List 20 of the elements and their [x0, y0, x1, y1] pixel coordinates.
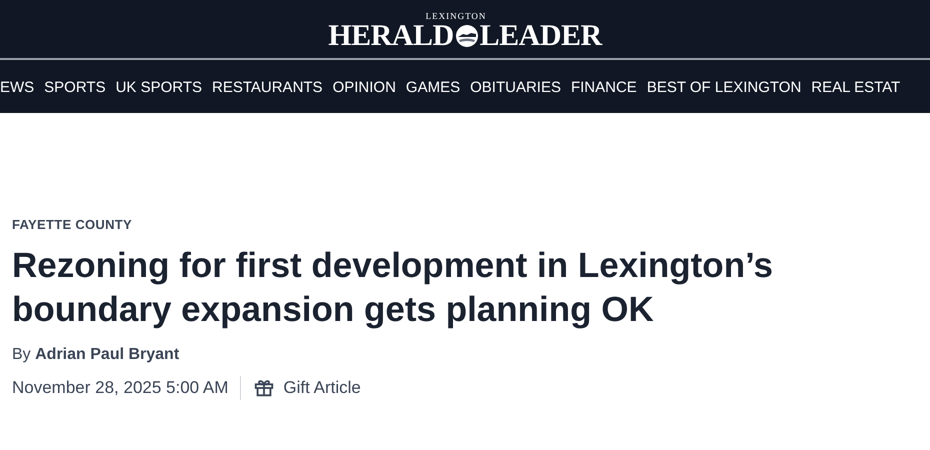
nav-link[interactable]: REAL ESTAT: [806, 78, 906, 96]
nav-link[interactable]: SPORTS: [39, 78, 111, 96]
section-label[interactable]: FAYETTE COUNTY: [12, 217, 918, 232]
logo-text: LEADER: [480, 20, 602, 50]
logo-text: HERALD: [328, 20, 454, 50]
logo-text: LEXINGTON: [426, 12, 486, 20]
nav-link[interactable]: EWS: [0, 78, 40, 96]
nav-link[interactable]: UK SPORTS: [110, 78, 207, 96]
nav-link[interactable]: GAMES: [400, 78, 466, 96]
nav-link[interactable]: FINANCE: [566, 78, 642, 96]
gift-article-button[interactable]: Gift Article: [253, 377, 361, 399]
headline: Rezoning for first development in Lexington’s boundary expansion gets planning OK: [12, 245, 774, 331]
nav-link[interactable]: BEST OF LEXINGTON: [642, 78, 806, 96]
publish-date: November 28, 2025 5:00 AM: [12, 378, 228, 398]
nav-link[interactable]: OBITUARIES: [465, 78, 566, 96]
nav-link[interactable]: RESTAURANTS: [207, 78, 328, 96]
gift-icon: [253, 377, 276, 399]
nav-link[interactable]: OPINION: [328, 78, 401, 96]
logo-emblem-icon: [454, 24, 479, 48]
byline: By Adrian Paul Bryant: [12, 346, 180, 364]
